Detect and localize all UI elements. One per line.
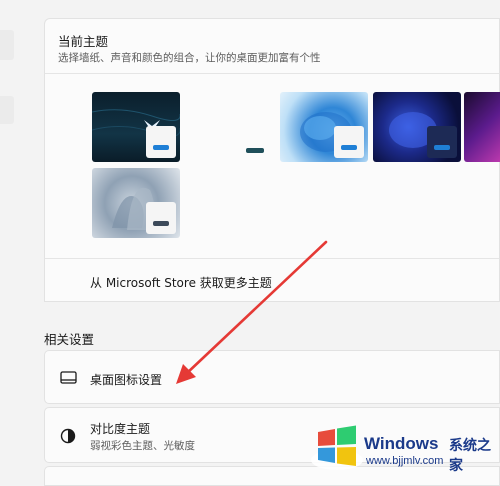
taskbar-bar <box>246 148 264 153</box>
taskbar-bar <box>153 221 169 226</box>
watermark-cn: 系统之家 <box>449 438 491 474</box>
theme-badge <box>334 126 364 158</box>
contrast-themes-subtitle: 弱视彩色主题、光敏度 <box>90 440 195 452</box>
theme-tile-captured-motion[interactable] <box>92 168 180 238</box>
desktop-icon-settings-row[interactable]: 桌面图标设置 <box>44 350 500 404</box>
current-theme-subtitle: 选择墙纸、声音和颜色的组合，让你的桌面更加富有个性 <box>58 52 321 64</box>
watermark-title: Windows <box>364 434 439 453</box>
current-theme-header: 当前主题 选择墙纸、声音和颜色的组合，让你的桌面更加富有个性 <box>44 18 500 74</box>
theme-tile-windows-light[interactable] <box>280 92 368 162</box>
themes-grid <box>44 73 500 259</box>
windows-logo-icon <box>311 425 363 470</box>
taskbar-bar <box>434 145 450 150</box>
desktop-icon-settings-label: 桌面图标设置 <box>90 373 163 387</box>
theme-tile-dark-glow[interactable] <box>92 92 180 162</box>
related-settings-title: 相关设置 <box>44 332 95 347</box>
theme-badge <box>146 202 176 234</box>
watermark-url: www.bjjmlv.com <box>366 455 444 467</box>
theme-tile-purple-flow[interactable] <box>464 92 500 162</box>
monitor-icon <box>60 371 77 384</box>
store-link-row[interactable]: 从 Microsoft Store 获取更多主题 <box>44 258 500 302</box>
theme-badge <box>427 126 457 158</box>
taskbar-bar <box>341 145 357 150</box>
watermark: Windows 系统之家 www.bjjmlv.com <box>306 412 500 474</box>
contrast-icon <box>60 428 76 444</box>
theme-tile-light-plain[interactable] <box>182 92 270 162</box>
theme-badge <box>146 126 176 158</box>
store-link-label[interactable]: 从 Microsoft Store 获取更多主题 <box>90 274 272 291</box>
sidebar-item-stub-1[interactable] <box>0 30 14 60</box>
taskbar-bar <box>153 145 169 150</box>
sidebar-item-stub-2[interactable] <box>0 96 14 124</box>
theme-tile-windows-dark[interactable] <box>373 92 461 162</box>
contrast-themes-label: 对比度主题 <box>90 422 151 436</box>
current-theme-title: 当前主题 <box>58 34 109 49</box>
